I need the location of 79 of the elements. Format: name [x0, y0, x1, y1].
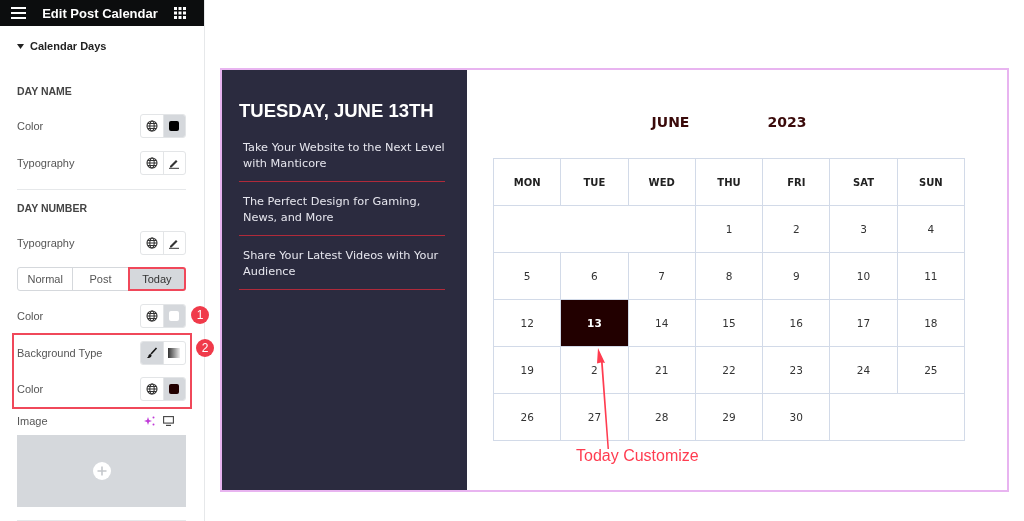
month-label: JUNE [651, 114, 690, 132]
plus-icon [92, 462, 111, 480]
day-cell[interactable]: 3 [829, 205, 898, 253]
day-cell[interactable]: 17 [829, 299, 898, 347]
day-cell[interactable]: 29 [695, 393, 763, 441]
group-heading: DAY NAME [17, 85, 73, 97]
brush-icon [145, 347, 158, 359]
day-cell[interactable]: 15 [695, 299, 763, 347]
day-cell[interactable]: 25 [897, 346, 965, 394]
annotation-text: Today Customize [576, 447, 700, 466]
day-cell[interactable]: 22 [695, 346, 763, 394]
day-cell[interactable]: 16 [762, 299, 830, 347]
globe-icon [145, 383, 158, 395]
weekday-header: SAT [829, 158, 898, 206]
globe-icon [145, 237, 158, 249]
day-cell[interactable]: 26 [493, 393, 561, 441]
control-label: Image [17, 415, 48, 427]
day-cell[interactable]: 24 [829, 346, 898, 394]
pencil-icon [168, 157, 181, 169]
group-heading: DAY NUMBER [17, 202, 88, 214]
menu-icon[interactable] [11, 7, 26, 19]
panel-title: Edit Post Calendar [42, 5, 158, 21]
weekday-header: THU [695, 158, 763, 206]
state-tab[interactable]: Post [72, 267, 129, 291]
day-cell[interactable]: 18 [897, 299, 965, 347]
number-badge: 1 [191, 306, 209, 324]
post-link[interactable]: Take Your Website to the Next Level with Manticore [239, 140, 445, 182]
weekday-header: WED [628, 158, 696, 206]
color-control[interactable] [140, 304, 186, 328]
color-control[interactable] [140, 114, 186, 138]
day-cell[interactable]: 14 [628, 299, 696, 347]
globe-icon [145, 157, 158, 169]
post-link[interactable]: Share Your Latest Videos with Your Audience [239, 248, 445, 290]
weekday-header: TUE [560, 158, 629, 206]
day-cell[interactable]: 7 [628, 252, 696, 300]
control-label: Color [17, 383, 44, 395]
sparkle-icon[interactable] [144, 416, 155, 426]
brush-option[interactable] [141, 342, 163, 364]
weekday-header: SUN [897, 158, 965, 206]
globe-icon [145, 310, 158, 322]
pencil-icon [168, 237, 181, 249]
day-cell[interactable]: 4 [897, 205, 965, 253]
typography-control[interactable] [140, 231, 186, 255]
state-tab[interactable]: Normal [17, 267, 74, 291]
day-cell[interactable]: 28 [628, 393, 696, 441]
day-cell[interactable]: 30 [762, 393, 830, 441]
day-cell[interactable]: 1 [695, 205, 763, 253]
control-label: Background Type [17, 347, 103, 359]
section-toggle[interactable]: Calendar Days [17, 39, 186, 53]
control-label: Typography [17, 157, 75, 169]
gradient-icon [168, 348, 181, 358]
day-cell[interactable]: 10 [829, 252, 898, 300]
desktop-icon[interactable] [163, 416, 174, 426]
day-cell[interactable]: 21 [628, 346, 696, 394]
day-cell[interactable]: 12 [493, 299, 561, 347]
date-heading: TUESDAY, JUNE 13TH [239, 100, 435, 122]
year-label: 2023 [767, 114, 807, 132]
weekday-header: MON [493, 158, 561, 206]
day-cell[interactable]: 19 [493, 346, 561, 394]
control-label: Typography [17, 237, 75, 249]
grid-icon[interactable] [174, 7, 186, 19]
number-badge: 2 [196, 339, 214, 357]
state-tab[interactable]: Today [127, 267, 186, 291]
control-label: Color [17, 310, 44, 322]
day-cell[interactable]: 2 [762, 205, 830, 253]
weekday-header: FRI [762, 158, 830, 206]
control-label: Color [17, 120, 44, 132]
day-cell[interactable]: 9 [762, 252, 830, 300]
typography-control[interactable] [140, 151, 186, 175]
day-cell[interactable]: 23 [762, 346, 830, 394]
post-link[interactable]: The Perfect Design for Gaming, News, and More [239, 194, 445, 236]
caret-icon [17, 43, 24, 49]
globe-icon [145, 120, 158, 132]
color-control[interactable] [140, 377, 186, 401]
day-cell[interactable]: 8 [695, 252, 763, 300]
day-cell[interactable]: 11 [897, 252, 965, 300]
day-cell[interactable]: 13 [560, 299, 629, 347]
day-cell[interactable]: 6 [560, 252, 629, 300]
day-cell[interactable]: 5 [493, 252, 561, 300]
